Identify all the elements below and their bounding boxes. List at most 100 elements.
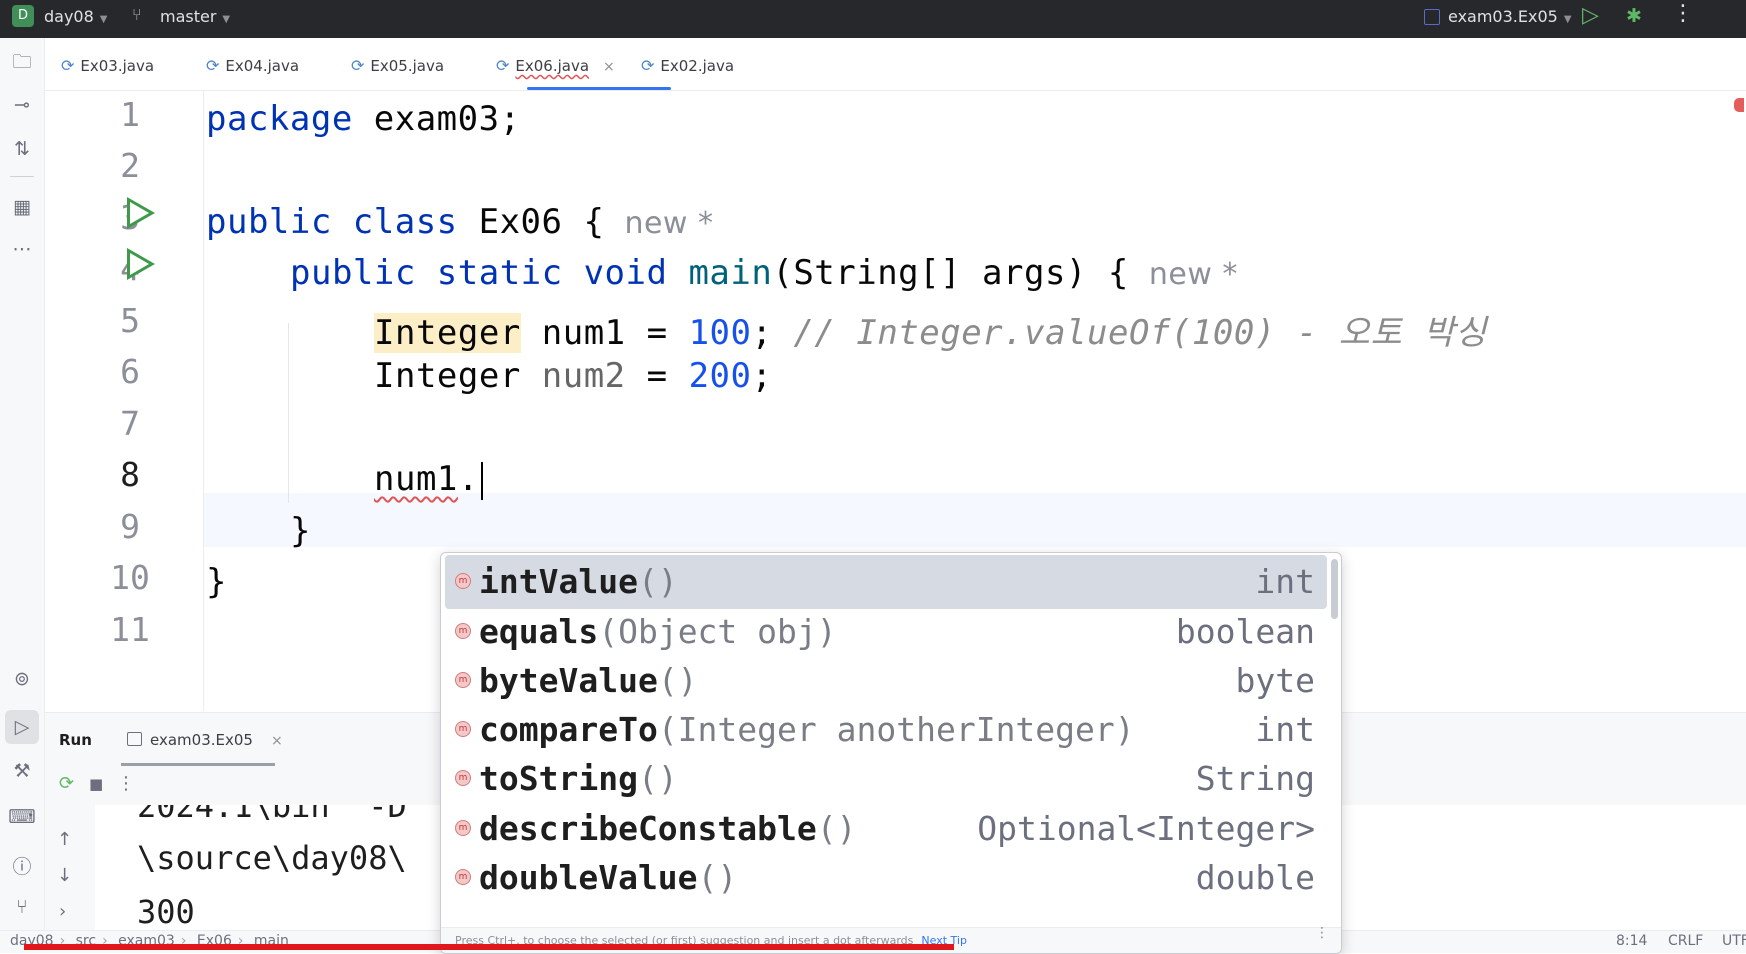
- project-folder-icon[interactable]: 🗀: [0, 48, 44, 80]
- title-bar: D day08 ▼ ⑂ master ▼ exam03.Ex05 ▼ ▷ ✱ ⋮: [0, 0, 1746, 38]
- branch-selector[interactable]: master ▼: [160, 7, 230, 26]
- method-icon: m: [455, 623, 471, 639]
- more-menu-icon[interactable]: ⋮: [1672, 1, 1694, 26]
- java-class-icon: ⟳: [206, 56, 220, 75]
- project-badge[interactable]: D: [12, 5, 34, 27]
- project-name: day08: [44, 7, 94, 26]
- console-line: 2024.1\bin" -D: [137, 805, 407, 825]
- method-icon: m: [455, 770, 471, 786]
- close-icon[interactable]: ×: [603, 59, 615, 75]
- line-number: 11: [110, 610, 150, 649]
- structure-icon[interactable]: ▦: [0, 196, 44, 218]
- terminal-icon[interactable]: ⌨: [0, 806, 44, 828]
- stop-icon[interactable]: ■: [89, 775, 103, 793]
- console-line: \source\day08\: [137, 839, 407, 877]
- popup-scrollbar[interactable]: [1331, 559, 1338, 619]
- tab-ex06[interactable]: ⟳ Ex06.java ×: [496, 56, 615, 75]
- method-icon: m: [455, 573, 471, 589]
- more-tools-icon[interactable]: ⋯: [0, 238, 44, 260]
- line-separator[interactable]: CRLF: [1668, 933, 1703, 949]
- popup-more-icon[interactable]: ⋮: [1315, 925, 1329, 941]
- chevron-down-icon: ▼: [1563, 14, 1572, 25]
- code-completion-popup: m intValue() int m equals(Object obj) boolea…: [440, 552, 1342, 954]
- suggestion-item[interactable]: m describeConstable() Optional<Integer>: [445, 802, 1327, 856]
- method-icon: m: [455, 869, 471, 885]
- suggestion-item[interactable]: m intValue() int: [445, 555, 1327, 609]
- run-config-selector[interactable]: exam03.Ex05 ▼: [1448, 7, 1572, 26]
- java-class-icon: ⟳: [61, 56, 75, 75]
- method-icon: m: [455, 672, 471, 688]
- branch-icon: ⑂: [132, 5, 142, 24]
- more-options-icon[interactable]: ⋮: [117, 773, 135, 794]
- run-config-name: exam03.Ex05: [1448, 7, 1558, 26]
- suggestion-item[interactable]: m toString() String: [445, 752, 1327, 806]
- line-number: 5: [120, 301, 140, 340]
- java-class-icon: ⟳: [351, 56, 365, 75]
- run-tab[interactable]: exam03.Ex05 ×: [127, 731, 283, 749]
- file-encoding[interactable]: UTF: [1722, 933, 1746, 949]
- run-tool-icon[interactable]: ▷: [5, 710, 39, 744]
- text-caret: [480, 461, 483, 500]
- close-icon[interactable]: ×: [271, 733, 283, 749]
- scroll-down-icon[interactable]: ↓: [57, 865, 72, 886]
- author-hint: new *: [1148, 257, 1238, 292]
- scroll-up-icon[interactable]: ↑: [57, 829, 72, 850]
- services-icon[interactable]: ⊚: [0, 668, 44, 690]
- current-line-highlight: [204, 493, 1746, 547]
- code-line-8: num1.: [374, 459, 483, 500]
- suggestion-item[interactable]: m byteValue() byte: [445, 654, 1327, 708]
- expand-icon[interactable]: ›: [59, 901, 66, 922]
- problems-icon[interactable]: ⓘ: [0, 852, 44, 879]
- build-icon[interactable]: ⚒: [0, 760, 44, 782]
- run-side-toolbar: ↑ ↓ ›: [45, 805, 95, 941]
- java-class-icon: ⟳: [496, 56, 510, 75]
- tab-ex03[interactable]: ⟳ Ex03.java: [61, 56, 154, 75]
- suggestion-item[interactable]: m doubleValue() double: [445, 851, 1327, 905]
- tab-label: Ex04.java: [225, 57, 300, 75]
- tab-ex04[interactable]: ⟳ Ex04.java: [206, 56, 299, 75]
- method-icon: m: [455, 820, 471, 836]
- chevron-down-icon: ▼: [222, 14, 231, 25]
- line-number: 10: [110, 558, 150, 597]
- indent-guide: [288, 323, 289, 503]
- project-selector[interactable]: day08 ▼: [44, 7, 108, 26]
- run-class-icon[interactable]: [127, 197, 155, 229]
- active-tab-indicator: [527, 87, 671, 90]
- divider: [10, 176, 34, 177]
- java-class-icon: ⟳: [641, 56, 655, 75]
- tab-label: Ex05.java: [370, 57, 445, 75]
- code-line-6: Integer num2 = 200;: [374, 356, 773, 396]
- run-main-icon[interactable]: [127, 248, 155, 280]
- left-tool-strip: 🗀 ⊸ ⇅ ▦ ⋯ ⊚ ▷ ⚒ ⌨ ⓘ ⑂: [0, 38, 45, 938]
- run-config-icon: [127, 732, 142, 746]
- line-number-current: 8: [120, 455, 140, 494]
- line-number: 7: [120, 404, 140, 443]
- line-number: 2: [120, 146, 140, 185]
- code-line-4: public static void main(String[] args) {…: [290, 253, 1238, 293]
- line-number: 6: [120, 352, 140, 391]
- editor-tabs: ⟳ Ex03.java ⟳ Ex04.java ⟳ Ex05.java ⟳ Ex06.j…: [45, 38, 1746, 91]
- console-line: 300: [137, 893, 195, 931]
- run-title: Run: [59, 731, 92, 749]
- rerun-icon[interactable]: ⟳: [59, 773, 74, 794]
- code-line-9: }: [290, 511, 311, 551]
- caret-position[interactable]: 8:14: [1616, 933, 1647, 949]
- code-line-1: package exam03;: [206, 99, 521, 139]
- suggestion-item[interactable]: m compareTo(Integer anotherInteger) int: [445, 703, 1327, 757]
- debug-button[interactable]: ✱: [1626, 5, 1642, 27]
- tab-ex02[interactable]: ⟳ Ex02.java: [641, 56, 734, 75]
- error-stripe-marker[interactable]: [1734, 98, 1744, 112]
- pull-requests-icon[interactable]: ⇅: [0, 138, 44, 160]
- code-line-3: public class Ex06 {new *: [206, 202, 714, 242]
- editor-gutter: 1 2 3 4 5 6 7 8 9 10 11: [45, 91, 203, 711]
- tab-label: Ex03.java: [80, 57, 155, 75]
- tab-ex05[interactable]: ⟳ Ex05.java: [351, 56, 444, 75]
- suggestion-item[interactable]: m equals(Object obj) boolean: [445, 605, 1327, 659]
- method-icon: m: [455, 721, 471, 737]
- code-line-10: }: [206, 562, 227, 602]
- commit-icon[interactable]: ⊸: [0, 94, 44, 116]
- git-icon[interactable]: ⑂: [0, 896, 44, 918]
- video-progress-bar: [24, 944, 954, 950]
- run-button[interactable]: ▷: [1582, 3, 1599, 28]
- code-line-5: Integer num1 = 100; // Integer.valueOf(1…: [374, 313, 1487, 353]
